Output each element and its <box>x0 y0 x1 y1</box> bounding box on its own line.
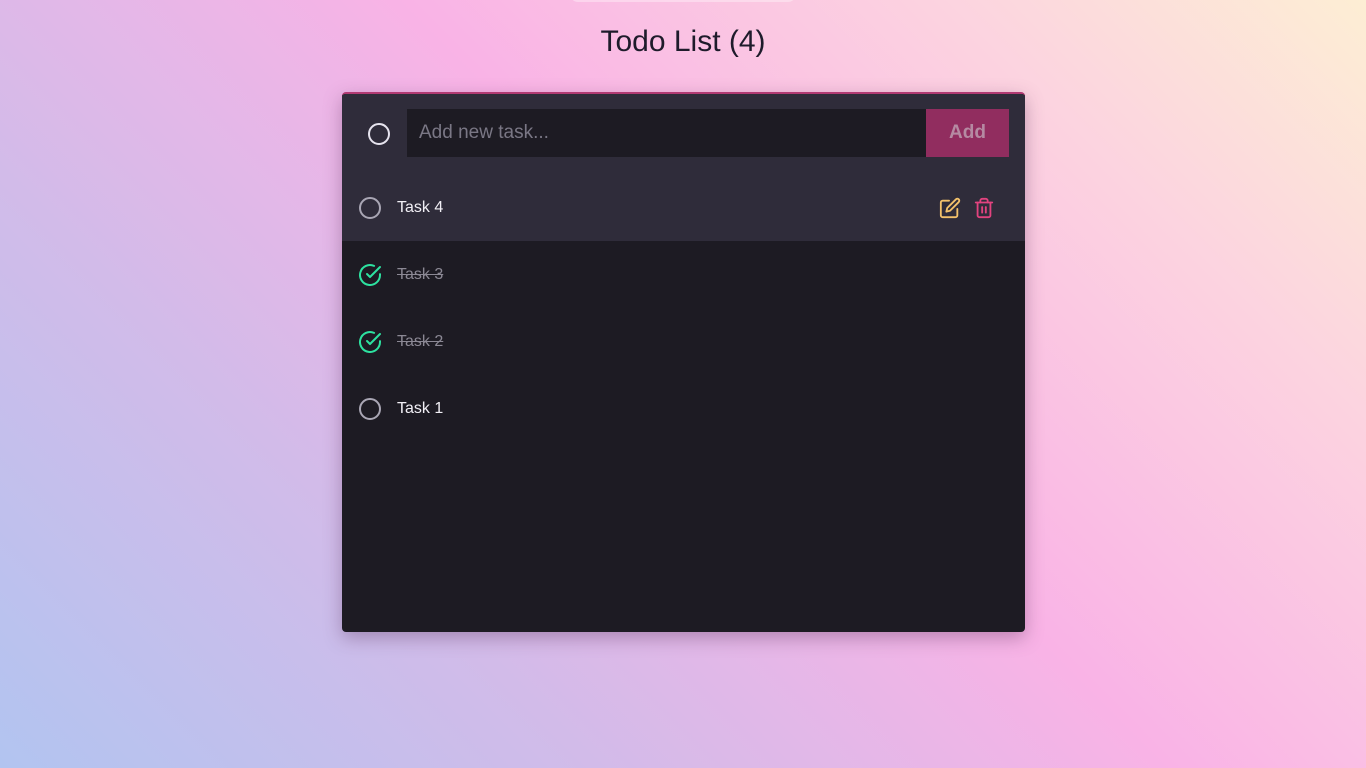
list-item[interactable]: Task 4 <box>342 174 1025 241</box>
todo-card: Add Task 4 <box>342 92 1025 632</box>
edit-icon[interactable] <box>939 196 961 220</box>
circle-icon[interactable] <box>358 196 382 220</box>
task-label: Task 4 <box>397 199 444 216</box>
list-item[interactable]: Task 3 <box>342 241 1025 308</box>
toggle-all-circle-icon[interactable] <box>368 123 390 145</box>
task-label: Task 2 <box>397 333 444 350</box>
list-item[interactable]: Task 1 <box>342 375 1025 442</box>
top-tab-decoration <box>570 0 796 2</box>
trash-icon[interactable] <box>973 196 995 220</box>
circle-icon[interactable] <box>358 397 382 421</box>
task-label: Task 3 <box>397 266 444 283</box>
list-item[interactable]: Task 2 <box>342 308 1025 375</box>
check-circle-icon[interactable] <box>358 263 382 287</box>
task-list: Task 4 Task 3 Task 2 Task 1 <box>342 174 1025 442</box>
task-label: Task 1 <box>397 400 444 417</box>
task-actions <box>931 196 995 220</box>
add-button[interactable]: Add <box>926 109 1009 157</box>
new-task-input[interactable] <box>407 109 926 157</box>
page-title: Todo List (4) <box>600 25 766 58</box>
add-task-row: Add <box>342 94 1025 176</box>
check-circle-icon[interactable] <box>358 330 382 354</box>
